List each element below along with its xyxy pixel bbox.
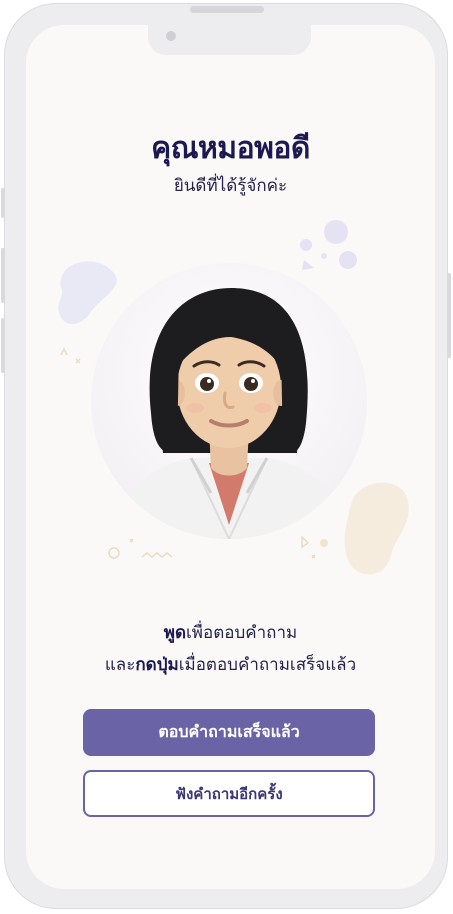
replay-question-button[interactable]: ฟังคำถามอีกครั้ง <box>83 770 375 817</box>
volume-up-button <box>1 248 5 303</box>
phone-notch <box>148 25 311 55</box>
instruction-and-prefix: และ <box>104 655 136 675</box>
app-screen: คุณหมอพอดี ยินดีที่ได้รู้จักค่ะ พูดเพื่อ… <box>26 25 435 889</box>
doctor-name-title: คุณหมอพอดี <box>151 131 310 166</box>
front-camera <box>166 31 176 41</box>
decorative-sparkles-icon <box>60 347 81 364</box>
doctor-avatar <box>91 263 367 539</box>
instruction-line-1: พูดเพื่อตอบคำถาม <box>26 619 435 646</box>
instruction-press-bold: กดปุ่ม <box>135 655 179 675</box>
power-button <box>447 273 451 358</box>
instruction-speak-bold: พูด <box>163 623 186 643</box>
decorative-dots-icon <box>300 220 357 270</box>
phone-frame: คุณหมอพอดี ยินดีที่ได้รู้จักค่ะ พูดเพื่อ… <box>1 3 451 909</box>
instruction-press-rest: เมื่อตอบคำถามเสร็จแล้ว <box>178 655 357 675</box>
volume-down-button <box>1 318 5 373</box>
silent-switch <box>1 188 5 218</box>
doctor-avatar-icon <box>119 288 341 539</box>
instruction-speak-rest: เพื่อตอบคำถาม <box>186 623 298 643</box>
decorative-blob-right-icon <box>344 482 409 575</box>
earpiece-speaker <box>190 6 264 13</box>
instruction-line-2: และกดปุ่มเมื่อตอบคำถามเสร็จแล้ว <box>26 651 435 678</box>
done-answering-button[interactable]: ตอบคำถามเสร็จแล้ว <box>83 709 375 756</box>
greeting-subtitle: ยินดีที่ได้รู้จักค่ะ <box>173 176 288 196</box>
